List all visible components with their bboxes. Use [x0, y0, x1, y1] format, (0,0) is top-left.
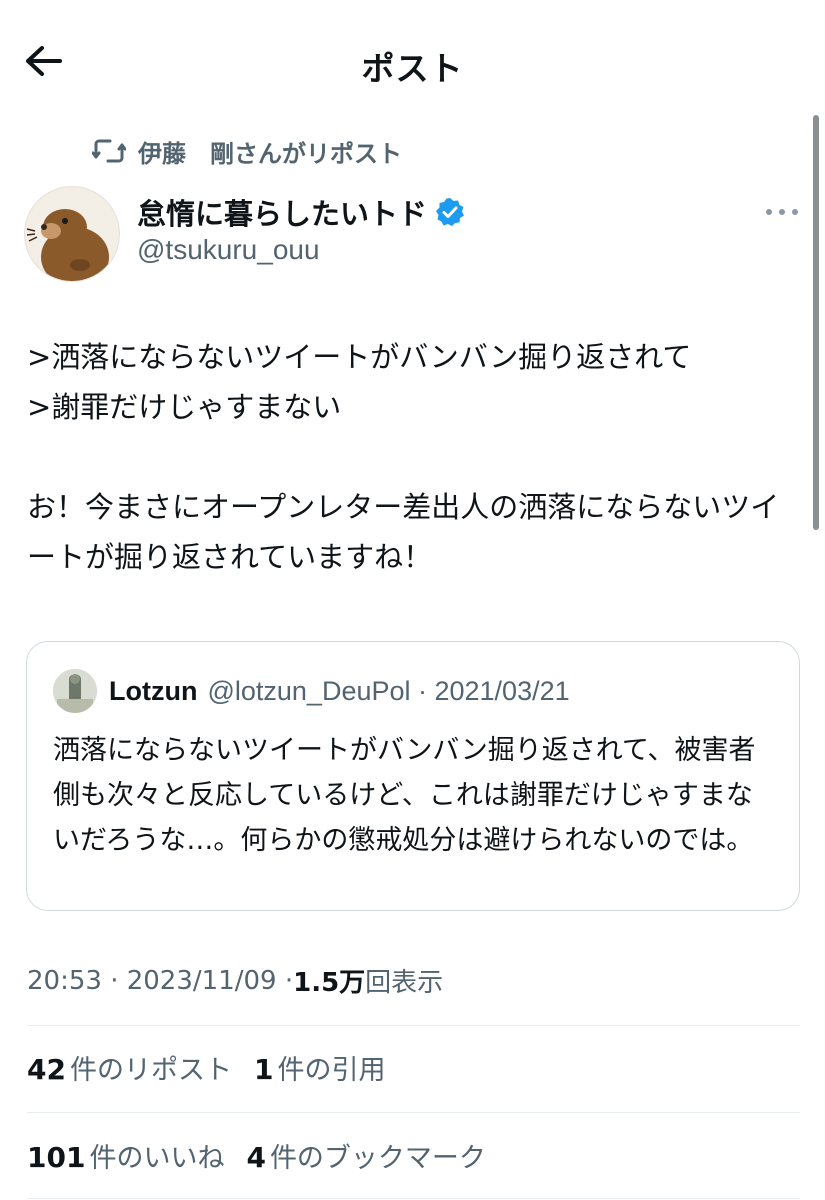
repost-banner[interactable]: 伊藤 剛さんがリポスト: [92, 134, 402, 168]
view-count: 1.5万: [293, 968, 366, 998]
repost-stat[interactable]: 42 件のリポスト: [27, 1048, 232, 1087]
avatar[interactable]: [24, 186, 120, 282]
quoted-tweet[interactable]: Lotzun @lotzun_DeuPol · 2021/03/21 洒落になら…: [26, 641, 800, 911]
repost-banner-text: 伊藤 剛さんがリポスト: [138, 139, 402, 168]
tweet-text: >洒落にならないツイートがバンバン掘り返されて >謝罪だけじゃすまない お！今ま…: [27, 332, 807, 582]
bookmark-count: 4: [246, 1141, 266, 1174]
tweet-line: お！今まさにオープンレター差出人の洒落にならないツイートが掘り返されていますね！: [27, 490, 780, 574]
bookmark-label: 件のブックマーク: [269, 1143, 486, 1174]
like-label: 件のいいね: [89, 1143, 225, 1174]
scrollbar[interactable]: [813, 115, 819, 530]
repost-icon: [92, 139, 126, 163]
divider: [27, 1112, 800, 1113]
tweet-meta: 20:53 · 2023/11/09 · 1.5万 回表示: [27, 962, 443, 999]
repost-label: 件のリポスト: [69, 1055, 232, 1086]
tweet-line: >洒落にならないツイートがバンバン掘り返されて: [27, 340, 692, 374]
page-title: ポスト: [361, 49, 464, 88]
quote-label: 件の引用: [277, 1055, 386, 1086]
top-bar: ポスト: [0, 0, 825, 120]
author-name[interactable]: 怠惰に暮らしたいトド: [137, 191, 427, 233]
verified-badge-icon: [436, 198, 465, 226]
tweet-line: >謝罪だけじゃすまない: [27, 390, 342, 424]
like-count: 101: [27, 1141, 86, 1174]
bookmark-stat[interactable]: 4 件のブックマーク: [246, 1136, 485, 1175]
author-block[interactable]: 怠惰に暮らしたいトド @tsukuru_ouu: [137, 192, 465, 266]
quote-author-name: Lotzun: [109, 675, 198, 706]
more-dots-icon[interactable]: [762, 200, 802, 224]
like-stat[interactable]: 101 件のいいね: [27, 1136, 224, 1175]
quote-meta: @lotzun_DeuPol · 2021/03/21: [207, 675, 570, 706]
quote-stat[interactable]: 1 件の引用: [254, 1048, 385, 1087]
stats-row-reposts: 42 件のリポスト 1 件の引用: [27, 1048, 407, 1087]
view-label: 回表示: [365, 968, 444, 998]
quote-text: 洒落にならないツイートがバンバン掘り返されて、被害者側も次々と反応しているけど、…: [53, 735, 756, 856]
repost-count: 42: [27, 1053, 66, 1086]
divider: [27, 1198, 800, 1199]
divider: [27, 1025, 800, 1026]
stats-row-likes: 101 件のいいね 4 件のブックマーク: [27, 1136, 508, 1175]
tweet-timestamp[interactable]: 20:53 · 2023/11/09 ·: [27, 966, 293, 996]
author-handle[interactable]: @tsukuru_ouu: [137, 234, 465, 266]
quote-avatar: [53, 669, 97, 713]
quote-count: 1: [253, 1053, 274, 1086]
